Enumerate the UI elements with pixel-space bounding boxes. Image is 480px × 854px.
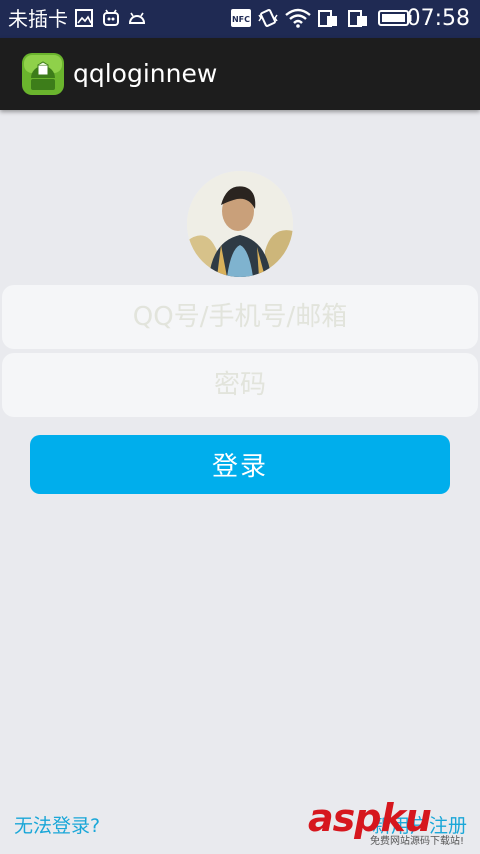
status-bar: 未插卡 NFC 07:58 bbox=[0, 0, 480, 38]
image-notification-icon bbox=[75, 9, 93, 27]
sim-signal-icon bbox=[318, 10, 337, 27]
login-button[interactable]: 登录 bbox=[30, 435, 450, 494]
carrier-text: 未插卡 bbox=[8, 7, 68, 31]
android-notification-icon bbox=[128, 12, 146, 24]
wifi-icon bbox=[285, 8, 311, 28]
avatar[interactable] bbox=[187, 171, 293, 277]
vibrate-icon bbox=[258, 9, 278, 27]
app-title: qqloginnew bbox=[73, 59, 218, 88]
sim-signal-2-icon bbox=[348, 10, 367, 27]
action-bar: qqloginnew bbox=[0, 38, 480, 110]
watermark-main-text: aspku bbox=[308, 796, 432, 840]
nfc-icon: NFC bbox=[230, 8, 252, 28]
clock-text: 07:58 bbox=[406, 6, 470, 31]
svg-text:NFC: NFC bbox=[232, 15, 250, 24]
account-input[interactable] bbox=[2, 285, 478, 349]
robot-notification-icon bbox=[103, 9, 119, 26]
watermark-sub-text: 免费网站源码下载站! bbox=[370, 836, 465, 847]
password-input[interactable] bbox=[2, 353, 478, 417]
cannot-login-link[interactable]: 无法登录? bbox=[14, 813, 100, 839]
android-app-icon[interactable] bbox=[21, 52, 65, 96]
site-watermark-logo: aspku 免费网站源码下载站! bbox=[308, 796, 478, 852]
